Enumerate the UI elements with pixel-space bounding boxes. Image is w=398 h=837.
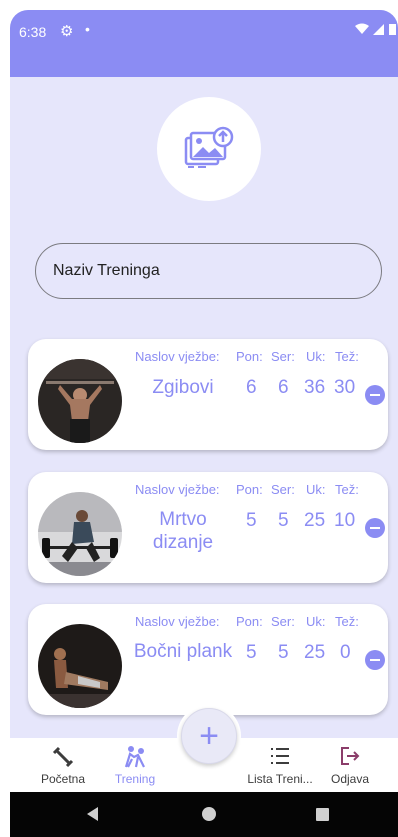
reps-value: 5 <box>246 510 257 531</box>
remove-exercise-button[interactable] <box>365 385 385 405</box>
exercise-image <box>38 359 122 443</box>
system-navigation-bar <box>10 792 398 837</box>
dot-icon: • <box>85 21 90 37</box>
dumbbell-icon <box>23 745 103 771</box>
nav-label: Odjava <box>330 772 370 786</box>
battery-icon <box>389 24 396 35</box>
exercise-image <box>38 624 122 708</box>
exercise-title-header: Naslov vježbe: <box>135 349 220 364</box>
exercise-title: Mrtvo dizanje <box>152 509 214 553</box>
add-exercise-button[interactable]: + <box>181 708 237 764</box>
list-icon <box>240 745 320 771</box>
minus-icon <box>370 394 380 396</box>
sets-header: Ser: <box>271 614 295 629</box>
training-name-input[interactable] <box>35 243 382 299</box>
reps-header: Pon: <box>236 349 263 364</box>
exercise-title-header: Naslov vježbe: <box>135 482 220 497</box>
nav-label: Lista Treni... <box>247 772 313 786</box>
recents-icon[interactable] <box>316 808 329 821</box>
image-picker-button[interactable] <box>157 97 261 201</box>
reps-header: Pon: <box>236 614 263 629</box>
reps-value: 6 <box>246 377 257 398</box>
sets-header: Ser: <box>271 349 295 364</box>
minus-icon <box>370 659 380 661</box>
total-value: 25 <box>304 510 326 531</box>
fab-cradle: + <box>177 704 241 768</box>
gear-icon: ⚙ <box>60 23 74 40</box>
sets-value: 6 <box>278 377 289 398</box>
total-header: Uk: <box>306 349 326 364</box>
sets-header: Ser: <box>271 482 295 497</box>
total-header: Uk: <box>306 482 326 497</box>
weight-header: Tež: <box>335 614 359 629</box>
remove-exercise-button[interactable] <box>365 518 385 538</box>
back-icon[interactable] <box>87 807 98 821</box>
sets-value: 5 <box>278 510 289 531</box>
total-value: 36 <box>304 377 326 398</box>
status-icons <box>354 23 396 38</box>
app-screen: 6:38 ⚙ • Naziv Treninga Naslov vježbe: P… <box>10 10 398 837</box>
status-bar: 6:38 ⚙ • <box>10 10 398 77</box>
exercise-card: Naslov vježbe: Pon: Ser: Uk: Tež: Bočni … <box>28 604 388 715</box>
exercise-title: Bočni plank <box>133 641 233 662</box>
status-time: 6:38 <box>19 24 47 40</box>
weight-value: 0 <box>340 642 351 663</box>
nav-item-trening[interactable]: Trening <box>95 738 175 792</box>
total-header: Uk: <box>306 614 326 629</box>
exercise-card: Naslov vježbe: Pon: Ser: Uk: Tež: Mrtvo … <box>28 472 388 583</box>
nav-item-odjava[interactable]: Odjava <box>310 738 390 792</box>
nav-item-lista-treninga[interactable]: Lista Treni... <box>240 738 320 792</box>
logout-icon <box>310 745 390 771</box>
weight-value: 30 <box>334 377 356 398</box>
sets-value: 5 <box>278 642 289 663</box>
reps-header: Pon: <box>236 482 263 497</box>
signal-icon <box>373 24 385 35</box>
nav-label: Početna <box>40 772 86 786</box>
nav-label: Trening <box>114 772 156 786</box>
minus-icon <box>370 527 380 529</box>
workout-icon <box>95 745 175 771</box>
exercise-image <box>38 492 122 576</box>
exercise-title-header: Naslov vježbe: <box>135 614 220 629</box>
home-icon[interactable] <box>202 807 216 821</box>
exercise-card: Naslov vježbe: Pon: Ser: Uk: Tež: Zgibov… <box>28 339 388 450</box>
remove-exercise-button[interactable] <box>365 650 385 670</box>
wifi-icon <box>354 23 369 34</box>
nav-item-pocetna[interactable]: Početna <box>23 738 103 792</box>
exercise-title: Zgibovi <box>152 377 214 398</box>
reps-value: 5 <box>246 642 257 663</box>
image-upload-icon <box>184 126 234 168</box>
total-value: 25 <box>304 642 326 663</box>
weight-value: 10 <box>334 510 356 531</box>
weight-header: Tež: <box>335 349 359 364</box>
weight-header: Tež: <box>335 482 359 497</box>
